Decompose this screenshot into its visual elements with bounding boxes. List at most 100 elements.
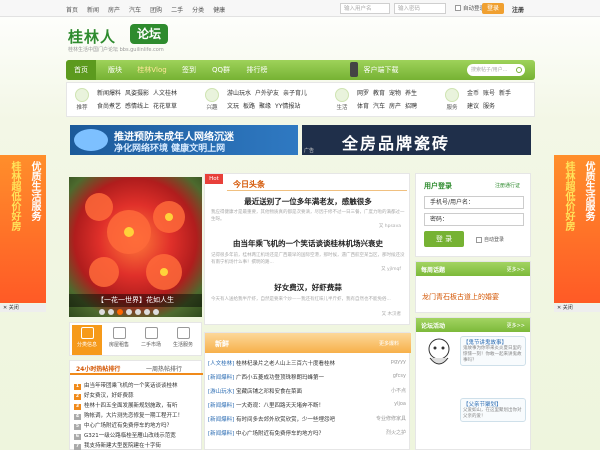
activity-card[interactable]: 【父亲节聚划】 父爱如山，在这里聚划出你对父亲的爱！	[460, 398, 526, 422]
channel-link[interactable]: 聚缘	[259, 103, 271, 110]
top-nav-house[interactable]: 房产	[108, 5, 120, 14]
channel-link[interactable]: YY情报站	[275, 103, 300, 110]
channel-link[interactable]: 金币	[467, 90, 479, 97]
channel-link[interactable]: 花花草草	[153, 103, 177, 110]
list-item[interactable]: 2 好女费汉，好虾费蒜	[74, 391, 200, 400]
login-auto-checkbox[interactable]: 自动登录	[476, 236, 504, 243]
photo-slideshow[interactable]: 【一花一世界】花如人生	[69, 177, 202, 317]
nav-checkin[interactable]: 签到	[176, 60, 202, 80]
nav-client-download[interactable]: 客户端下载	[360, 60, 402, 80]
headline-article-title[interactable]: 好女费汉，好虾费蒜	[209, 282, 407, 293]
checkbox-icon[interactable]	[476, 236, 482, 243]
headline-article-title[interactable]: 由当年乘飞机的一个笑话谈谈桂林机场兴衰史	[209, 238, 407, 249]
channel-link[interactable]: 建议	[467, 103, 479, 110]
channel-link[interactable]: 风姿摄影	[125, 90, 149, 97]
tile-service[interactable]: 生活服务	[168, 325, 198, 355]
list-item[interactable]: 3 桂林十四五全面发展新规划施政，有听	[74, 401, 200, 410]
search-input[interactable]: 搜索帖子/用户...	[467, 64, 525, 76]
tab-24h[interactable]: 24小时热帖排行	[76, 364, 120, 373]
table-row[interactable]: [游山玩水] 宝藏店铺之邓和安食在菜面 小不点	[208, 387, 408, 395]
top-nav-health[interactable]: 健康	[213, 5, 225, 14]
channel-link[interactable]: 网罗	[357, 90, 369, 97]
channel-link[interactable]: 账号	[483, 90, 495, 97]
channel-link[interactable]: 教育	[373, 90, 385, 97]
channel-link[interactable]: 亲子育儿	[283, 90, 307, 97]
table-row[interactable]: [新闻爆料] 一大奇观：八里四路天天堵奔不断！ yljoa	[208, 401, 408, 409]
channel-link[interactable]: 招聘	[405, 103, 417, 110]
weekly-topic-link[interactable]: 龙门青石板古道上的婚宴	[422, 292, 499, 302]
more-link[interactable]: 更多>>	[507, 266, 525, 273]
channel-link[interactable]: 新手	[499, 90, 511, 97]
tile-ad-banner[interactable]: 全房品牌瓷砖 广告	[302, 125, 531, 155]
site-logo[interactable]: 桂林人	[68, 26, 116, 47]
list-item[interactable]: 4 购帐调，大片测先恋修复一期工程开工！	[74, 411, 200, 420]
activity-card[interactable]: 【鬼节讲鬼故事】 鬼故事为你带来炎炎夏日里的惊悚一刻！你敢一起来讲鬼故事吗？	[460, 336, 526, 366]
slide-dot[interactable]	[126, 309, 132, 315]
channel-link[interactable]: 服务	[483, 103, 495, 110]
headline-author[interactable]: 又 yjlmqf	[211, 266, 401, 273]
slide-dot[interactable]	[153, 309, 159, 315]
channel-link[interactable]: 汽车	[373, 103, 385, 110]
channel-link[interactable]: 人文桂林	[153, 90, 177, 97]
slide-dot[interactable]	[108, 309, 114, 315]
list-item[interactable]: 1 由当年带团乘飞机的一个笑话谈谈桂林	[74, 381, 200, 390]
top-password-input[interactable]: 输入密码	[394, 3, 446, 14]
table-row[interactable]: [人文桂林] 桂林杞录片之老人山上三百六十度看桂林 pgyyy	[208, 359, 408, 367]
top-nav-classified[interactable]: 分类	[192, 5, 204, 14]
nav-qq-group[interactable]: QQ群	[206, 60, 236, 80]
nav-home[interactable]: 首页	[66, 60, 96, 80]
slide-dot[interactable]	[135, 309, 141, 315]
top-nav-group[interactable]: 团购	[150, 5, 162, 14]
register-pass-link[interactable]: 注册通行证	[495, 182, 520, 189]
headline-author[interactable]: 又 hpsava	[211, 223, 401, 230]
headline-article-title[interactable]: 最近送别了一位多年满老友，感触很多	[209, 196, 407, 207]
channel-link[interactable]: 板路	[243, 103, 255, 110]
right-side-ad[interactable]: 桂林超低价好房 优质生活服务 ✕ 关闭	[554, 155, 600, 312]
slide-dot[interactable]	[144, 309, 150, 315]
nav-ranking[interactable]: 排行榜	[240, 60, 274, 80]
top-login-button[interactable]: 登录	[482, 3, 504, 14]
channel-link[interactable]: 文玩	[227, 103, 239, 110]
top-nav-news[interactable]: 新闻	[87, 5, 99, 14]
checkbox-icon[interactable]	[455, 5, 461, 11]
tile-classified[interactable]: 分类信息	[72, 325, 102, 355]
top-register-link[interactable]: 注册	[512, 5, 524, 14]
login-button[interactable]: 登 录	[424, 231, 464, 247]
top-username-input[interactable]: 输入用户名	[340, 3, 390, 14]
top-auto-login[interactable]: 自动登录	[455, 4, 485, 12]
nav-boards[interactable]: 版块	[102, 60, 128, 80]
channel-link[interactable]: 房产	[389, 103, 401, 110]
channel-link[interactable]: 户外驴友	[255, 90, 279, 97]
top-nav-car[interactable]: 汽车	[129, 5, 141, 14]
phone-username-field[interactable]: 手机号/用户名：	[424, 196, 524, 209]
table-row[interactable]: [新闻爆料] 有时间多去郊外欣赏欣赏，少一些埋怨吧 专业修修家具	[208, 415, 408, 423]
password-field[interactable]: 密码：	[424, 213, 524, 226]
channel-link[interactable]: 游山玩水	[227, 90, 251, 97]
left-side-ad[interactable]: 桂林超低价好房 优质生活服务 ✕ 关闭	[0, 155, 46, 312]
headline-author[interactable]: 又 木汉者	[211, 311, 401, 318]
slide-dot-active[interactable]	[117, 309, 123, 315]
tile-market[interactable]: 二手市场	[136, 325, 166, 355]
channel-link[interactable]: 感情线上	[125, 103, 149, 110]
slide-dot[interactable]	[99, 309, 105, 315]
tile-house[interactable]: 房屋租售	[104, 325, 134, 355]
channel-link[interactable]: 宠物	[389, 90, 401, 97]
channel-link[interactable]: 食尚煮艺	[97, 103, 121, 110]
list-item[interactable]: 6 G321一级公路临桂至雁山改线示范宽	[74, 431, 200, 440]
channel-link[interactable]: 新闻爆料	[97, 90, 121, 97]
list-item[interactable]: 7 我支持新建大型医院建在十字街	[74, 441, 200, 450]
table-row[interactable]: [新闻爆料] 广西小五菱成功登顶珠穆朗玛峰第一 gfcsy	[208, 373, 408, 381]
tab-week[interactable]: 一周热帖排行	[146, 364, 182, 373]
table-row[interactable]: [新闻爆料] 中心广场附近有免费停车的地方吗？ 烈火之护	[208, 429, 408, 437]
anti-addiction-banner[interactable]: 推进预防未成年人网络沉迷 净化网络环境 健康文明上网	[70, 125, 298, 155]
side-ad-close[interactable]: ✕ 关闭	[0, 304, 46, 312]
top-nav-home[interactable]: 首页	[66, 5, 78, 14]
side-ad-close[interactable]: ✕ 关闭	[554, 304, 600, 312]
channel-link[interactable]: 养生	[405, 90, 417, 97]
slide-caption[interactable]: 【一花一世界】花如人生	[69, 294, 202, 307]
list-item[interactable]: 5 中心广场附近有免费停车的地方吗？	[74, 421, 200, 430]
channel-link[interactable]: 体育	[357, 103, 369, 110]
news-more-link[interactable]: 更多爆料	[379, 340, 399, 347]
more-link[interactable]: 更多>>	[507, 322, 525, 329]
search-icon[interactable]	[516, 67, 522, 73]
